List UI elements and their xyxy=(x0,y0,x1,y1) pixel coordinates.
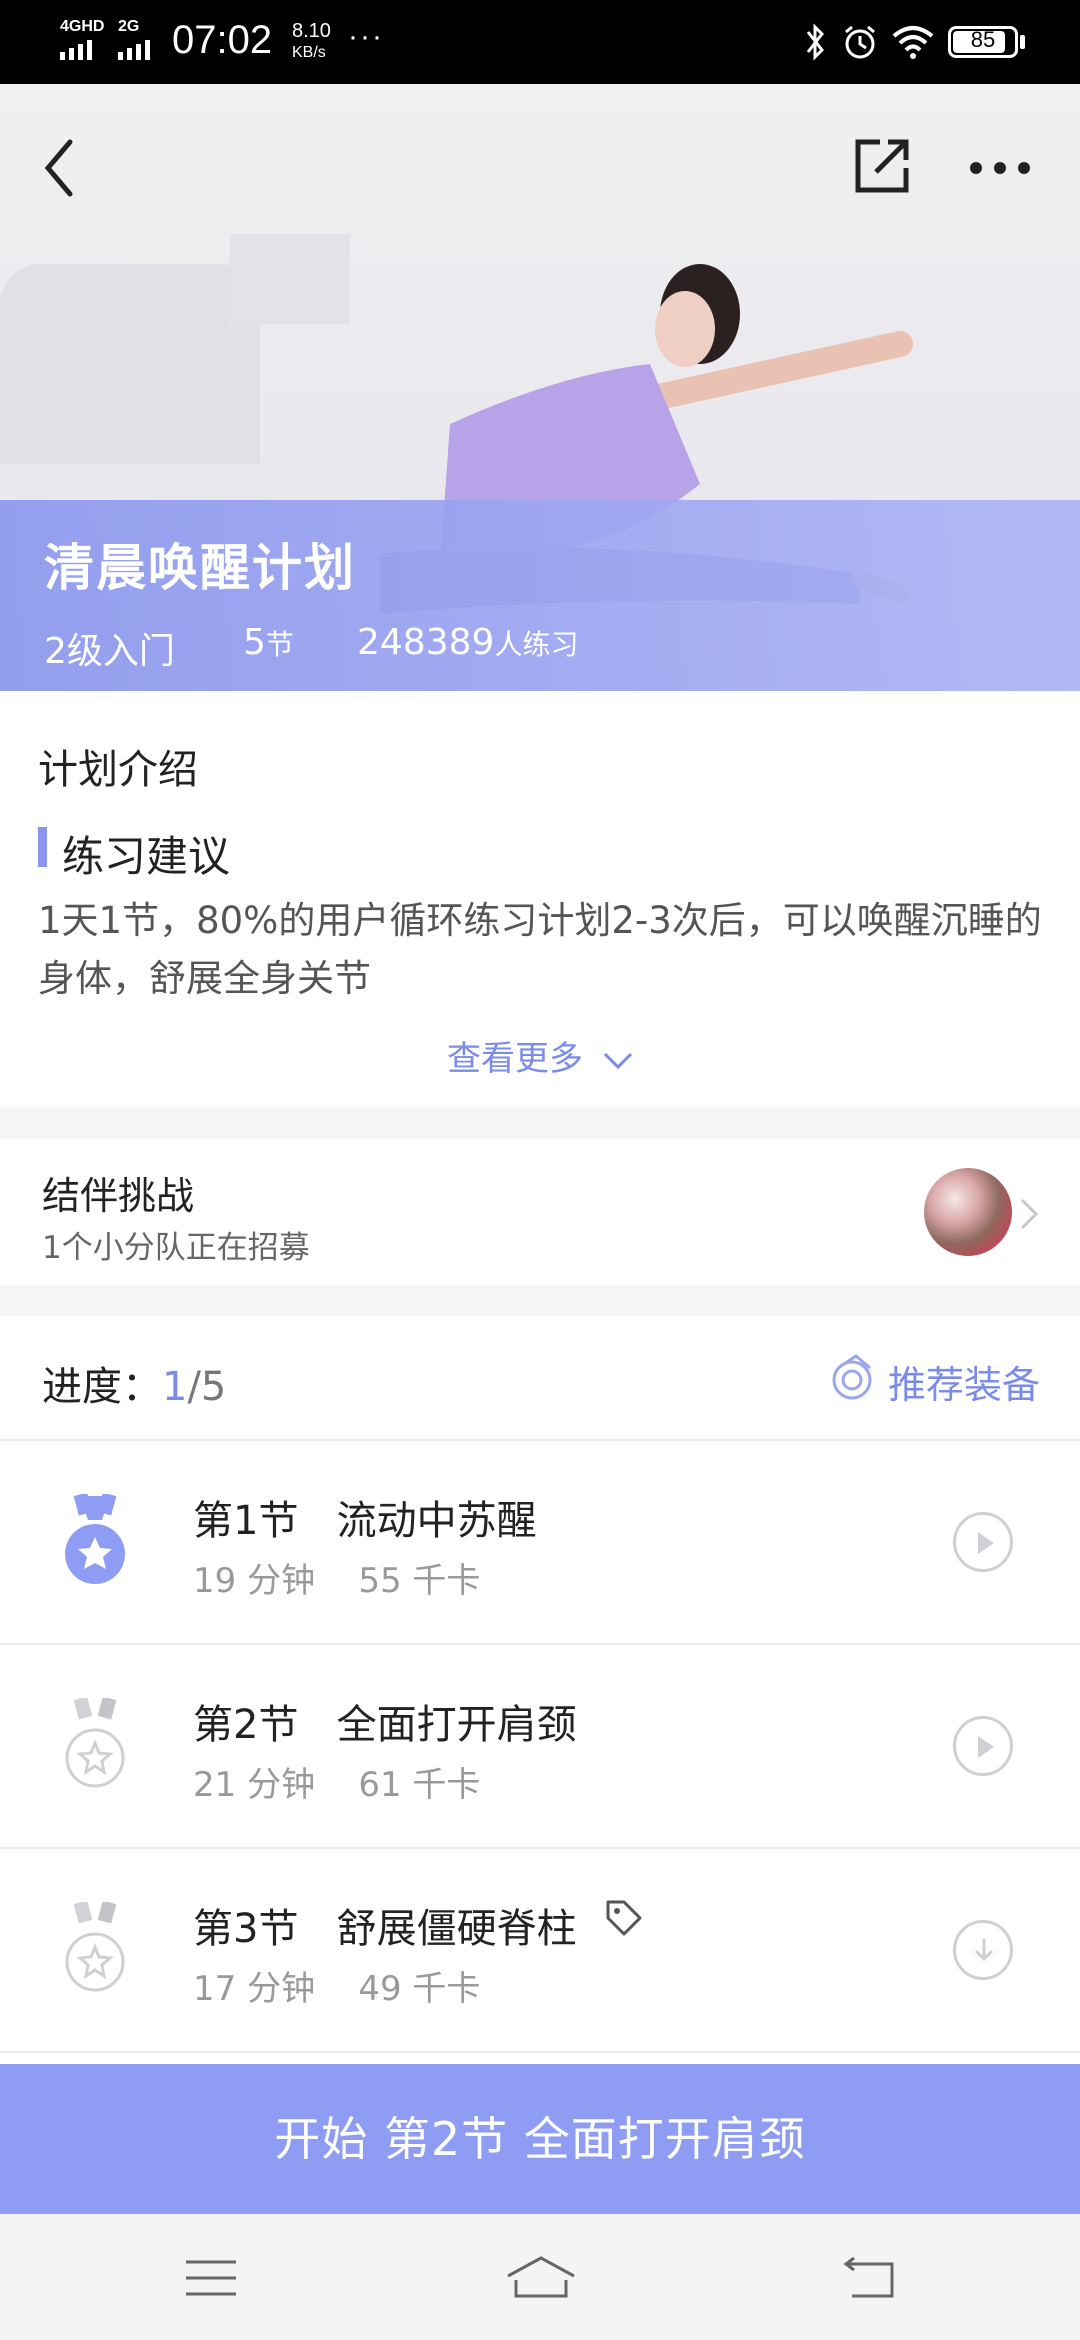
battery-level: 85 xyxy=(970,27,996,52)
status-more: ··· xyxy=(348,20,384,53)
lesson-number-3: 第3节 xyxy=(193,1906,299,1952)
battery-tip xyxy=(1020,35,1025,49)
play-icon xyxy=(978,1532,994,1554)
medal-locked-icon xyxy=(65,1902,125,1992)
progress-label: 进度： xyxy=(42,1364,162,1410)
view-more-link[interactable]: 查看更多 xyxy=(447,1031,634,1080)
plan-sessions-unit: 节 xyxy=(265,628,294,661)
lesson-number-1: 第1节 xyxy=(193,1498,299,1544)
wifi-icon xyxy=(892,26,934,59)
tip-title: 练习建议 xyxy=(62,832,231,881)
lesson-row-1[interactable] xyxy=(0,1441,1080,1643)
team-subtitle: 1个小分队正在招募 xyxy=(42,1230,310,1266)
status-bar: 4GHD 2G 07:02 8.10 KB/s ··· 85 xyxy=(0,0,1080,84)
lesson-calories-3: 49 千卡 xyxy=(358,1969,481,2009)
plan-sessions: 5节 xyxy=(243,622,294,663)
background-sofa xyxy=(0,264,260,464)
play-button-1[interactable] xyxy=(953,1512,1013,1572)
lesson-duration-3: 17 分钟 xyxy=(193,1969,316,2009)
lesson-duration-1: 19 分钟 xyxy=(193,1561,316,1601)
lesson-title-1: 第1节 流动中苏醒 xyxy=(193,1488,537,1546)
clock: 07:02 xyxy=(172,18,273,62)
lesson-name-3: 舒展僵硬脊柱 xyxy=(336,1906,577,1952)
back-icon[interactable] xyxy=(40,136,80,200)
lesson-duration-2: 21 分钟 xyxy=(193,1765,316,1805)
network-type-2: 2G xyxy=(118,18,140,35)
plan-level: 2级入门 xyxy=(44,631,175,672)
progress-indicator: 进度：1/5 xyxy=(42,1354,226,1412)
medal-completed-icon xyxy=(65,1494,125,1584)
menu-icon[interactable] xyxy=(184,2258,238,2298)
divider xyxy=(0,2051,1080,2053)
lesson-title-2: 第2节 全面打开肩颈 xyxy=(193,1692,577,1750)
play-icon xyxy=(978,1736,994,1758)
lesson-title-3: 第3节 舒展僵硬脊柱 xyxy=(193,1896,577,1954)
lesson-number-2: 第2节 xyxy=(193,1702,299,1748)
lesson-name-2: 全面打开肩颈 xyxy=(336,1702,577,1748)
signal-icon xyxy=(60,40,92,60)
mat-icon xyxy=(832,1354,872,1400)
medal-locked-icon xyxy=(65,1698,125,1788)
team-avatar xyxy=(924,1168,1012,1256)
download-button-3[interactable] xyxy=(953,1920,1013,1980)
lesson-meta-1: 19 分钟 55 千卡 xyxy=(193,1553,480,1602)
play-button-2[interactable] xyxy=(953,1716,1013,1776)
alarm-icon xyxy=(845,25,875,59)
progress-current: 1 xyxy=(162,1364,188,1410)
signal-icon-2 xyxy=(118,40,150,60)
tip-accent-bar xyxy=(38,827,47,867)
network-type-1: 4GHD xyxy=(60,18,105,35)
back-nav-icon[interactable] xyxy=(842,2256,898,2300)
lesson-meta-3: 17 分钟 49 千卡 xyxy=(193,1961,480,2010)
bluetooth-icon xyxy=(806,23,824,61)
plan-title: 清晨唤醒计划 xyxy=(44,539,356,597)
battery-icon: 85 xyxy=(948,26,1018,58)
download-icon xyxy=(974,1939,994,1962)
plan-participants-num: 248389 xyxy=(357,622,495,663)
view-more-label: 查看更多 xyxy=(447,1039,583,1079)
tag-icon xyxy=(606,1900,642,1936)
team-title: 结伴挑战 xyxy=(42,1174,195,1218)
share-icon[interactable] xyxy=(852,136,912,196)
net-speed-unit: KB/s xyxy=(292,44,326,61)
more-options-icon[interactable] xyxy=(968,156,1032,180)
system-nav-bar xyxy=(0,2214,1080,2340)
tip-text: 1天1节，80%的用户循环练习计划2-3次后，可以唤醒沉睡的身体，舒展全身关节 xyxy=(38,899,1042,1000)
plan-participants: 248389人练习 xyxy=(357,622,578,663)
lesson-meta-2: 21 分钟 61 千卡 xyxy=(193,1757,480,1806)
recommended-equipment-link[interactable]: 推荐装备 xyxy=(888,1354,1040,1409)
home-icon[interactable] xyxy=(506,2254,576,2300)
lesson-calories-2: 61 千卡 xyxy=(358,1765,481,1805)
chevron-down-icon xyxy=(603,1052,632,1069)
progress-total: /5 xyxy=(187,1364,227,1410)
chevron-right-icon xyxy=(1020,1198,1039,1230)
lesson-calories-1: 55 千卡 xyxy=(358,1561,481,1601)
net-speed-value: 8.10 xyxy=(292,20,331,42)
plan-participants-unit: 人练习 xyxy=(494,628,579,661)
plan-sessions-num: 5 xyxy=(243,622,266,663)
intro-heading: 计划介绍 xyxy=(38,747,198,793)
start-lesson-button[interactable]: 开始 第2节 全面打开肩颈 xyxy=(0,2064,1080,2214)
lesson-name-1: 流动中苏醒 xyxy=(336,1498,537,1544)
